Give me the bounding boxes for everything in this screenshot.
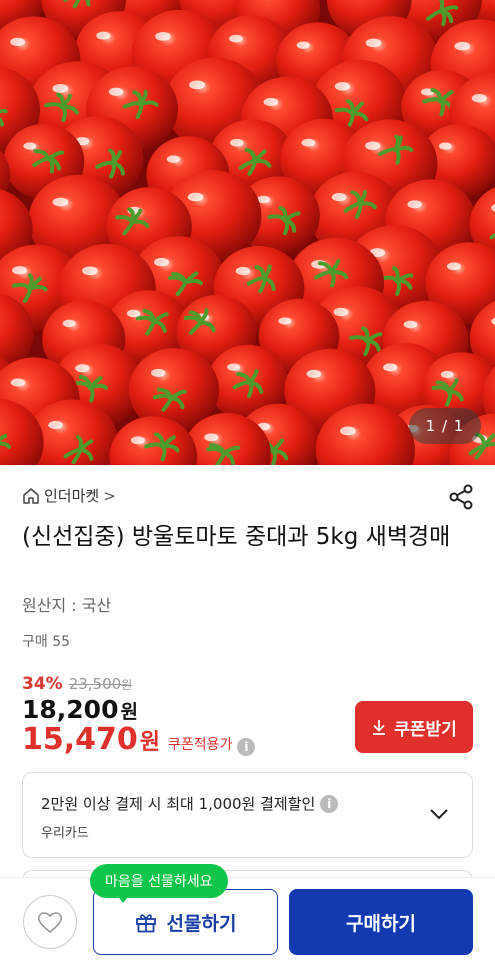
gift-button-label: 선물하기 [166,912,237,935]
tomato-highlight [340,426,356,436]
tomato-highlight [235,266,251,276]
store-name: 인더마켓 [44,487,100,505]
buy-button[interactable]: 구매하기 [289,889,473,955]
tomato-highlight [438,142,452,150]
tomato-highlight [334,81,351,91]
tomato-highlight [407,200,422,209]
tomato-highlight [454,41,471,51]
card-discount-description: 2만원 이상 결제 시 최대 1,000원 결제할인 [41,795,316,813]
tomato-highlight [10,378,26,387]
tomato-highlight [166,155,181,163]
tomato-highlight [10,37,26,47]
tomato-highlight [306,369,322,378]
buy-button-label: 구매하기 [346,912,416,935]
tomato-highlight [471,94,487,103]
tomato-highlight [383,363,398,372]
tomato-highlight [189,80,206,90]
info-icon[interactable]: i [237,738,256,756]
tomato-highlight [82,266,98,276]
tomato-highlight [204,433,219,442]
discount-rate: 34% [22,674,63,694]
tomato-highlight [227,363,241,371]
tomato-highlight [12,266,28,275]
chevron-right-icon: > [103,486,116,505]
tomato-highlight [75,364,90,373]
share-icon[interactable] [447,483,475,511]
tomato-highlight [229,34,243,43]
product-origin: 원산지 : 국산 [22,596,112,615]
coupon-price-row: 15,470 원 쿠폰적용가 i [22,722,256,757]
card-info-icon[interactable]: i [320,794,339,813]
tomato-highlight [440,370,454,379]
tomato-photo [0,0,495,465]
tomato-highlight [23,142,37,150]
coupon-price: 15,470 [22,722,138,757]
sale-price-row: 18,200 원 [22,695,138,724]
card-discount-text: 2만원 이상 결제 시 최대 1,000원 결제할인 i [41,793,339,814]
tomato-highlight [48,420,64,430]
tomato-highlight [126,309,141,318]
gift-tooltip: 마음을 선물하세요 [90,864,228,898]
tomato-highlight [301,138,316,147]
tomato-highlight [52,84,69,93]
tomato-highlight [187,192,204,202]
tomato-highlight [365,38,382,48]
purchase-count: 구매 55 [22,634,71,650]
tomato-highlight [62,319,76,328]
store-link[interactable]: 인더마켓 > [22,485,116,506]
image-counter: 1 / 1 [409,408,481,444]
tomato-highlight [230,138,244,147]
tomato-highlight [151,368,166,377]
sale-price-unit: 원 [120,701,138,723]
original-price-unit: 원 [121,678,133,692]
chevron-down-icon[interactable] [428,803,450,825]
heart-icon [37,912,63,934]
coupon-price-unit: 원 [139,730,161,755]
tomato-stem [422,97,443,104]
card-discount-panel[interactable]: 2만원 이상 결제 시 최대 1,000원 결제할인 i 우리카드 [22,772,473,858]
tomato-highlight [446,262,461,271]
tomato-highlight [333,307,349,317]
coupon-price-label: 쿠폰적용가 [168,737,233,753]
card-issuer: 우리카드 [41,826,89,841]
tomato-highlight [108,87,124,96]
tomato-highlight [153,257,170,267]
product-image[interactable]: 1 / 1 [0,0,495,465]
tomato-highlight [331,192,347,202]
wishlist-button[interactable] [23,895,77,949]
tomato-highlight [263,97,279,107]
tomato-highlight [155,32,171,41]
tomato-highlight [403,320,418,329]
get-coupon-label: 쿠폰받기 [394,719,457,740]
tomato-highlight [278,317,292,325]
gift-tooltip-tail [116,894,130,903]
tomato-highlight [52,197,69,207]
sale-price: 18,200 [22,695,119,724]
tomato-highlight [365,141,381,151]
gift-icon [135,914,156,933]
tomato-stem [144,442,165,449]
original-price-row: 34% 23,500원 [22,674,132,694]
download-icon [373,720,386,735]
tomato-highlight [96,31,111,40]
product-title: (신선집중) 방울토마토 중대과 5kg 새벽경매 [22,524,451,550]
home-icon [23,487,39,504]
tomato-highlight [296,41,310,49]
get-coupon-button[interactable]: 쿠폰받기 [355,701,473,753]
original-price: 23,500 [68,675,122,693]
tomato-highlight [130,436,145,445]
